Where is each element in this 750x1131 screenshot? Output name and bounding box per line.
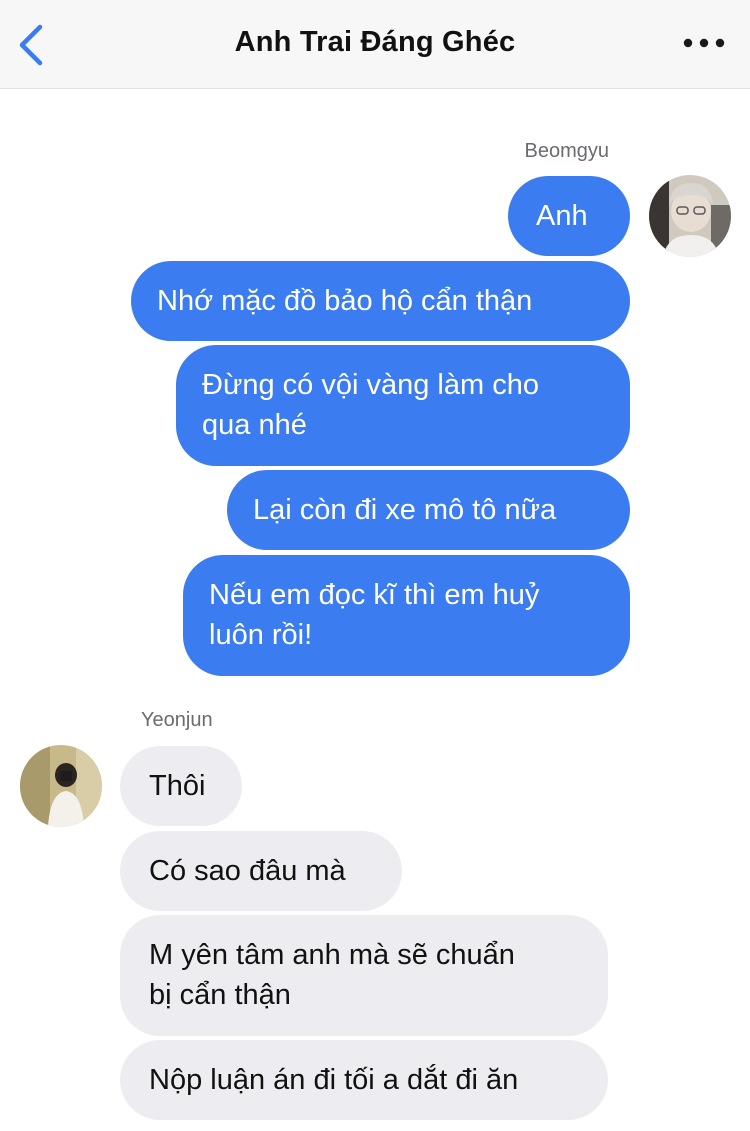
chat-header: Anh Trai Đáng Ghéc xyxy=(0,0,750,89)
message-bubble-outgoing[interactable]: Nếu em đọc kĩ thì em huỷ luôn rồi! xyxy=(183,555,630,676)
message-bubble-outgoing[interactable]: Anh xyxy=(508,176,630,256)
message-bubble-outgoing[interactable]: Đừng có vội vàng làm cho qua nhé xyxy=(176,345,630,466)
message-bubble-incoming[interactable]: Thôi xyxy=(120,746,242,826)
more-dots-icon xyxy=(683,38,725,48)
avatar-outgoing[interactable] xyxy=(649,175,731,257)
message-bubble-outgoing[interactable]: Nhớ mặc đồ bảo hộ cẩn thận xyxy=(131,261,630,341)
sender-name-incoming: Yeonjun xyxy=(141,709,213,731)
more-options-button[interactable] xyxy=(682,30,728,56)
message-bubble-incoming[interactable]: M yên tâm anh mà sẽ chuẩn bị cẩn thận xyxy=(120,915,608,1036)
message-bubble-incoming[interactable]: Có sao đâu mà xyxy=(120,831,402,911)
sender-name-outgoing: Beomgyu xyxy=(524,140,610,162)
message-bubble-outgoing[interactable]: Lại còn đi xe mô tô nữa xyxy=(227,470,630,550)
avatar-photo xyxy=(649,175,731,257)
chat-title: Anh Trai Đáng Ghéc xyxy=(234,26,516,58)
avatar-incoming[interactable] xyxy=(20,745,102,827)
avatar-photo xyxy=(20,745,102,827)
message-bubble-incoming[interactable]: Nộp luận án đi tối a dắt đi ăn xyxy=(120,1040,608,1120)
